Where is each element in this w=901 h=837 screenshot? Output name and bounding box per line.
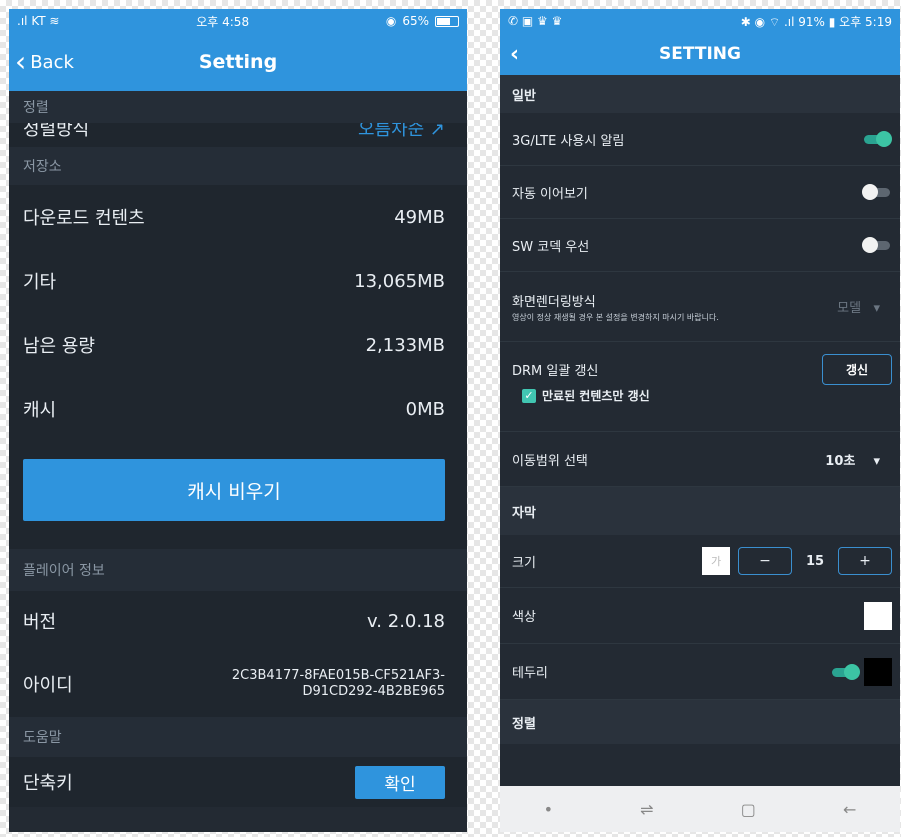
android-nav-bar: ‹ SETTING [500,33,900,75]
storage-other-row: 기타 13,065MB [9,249,467,313]
size-value: 15 [805,553,825,569]
dropdown-arrow-icon: ▾ [873,453,880,469]
carrier-label: .ıl KT ≋ [17,14,60,28]
sw-codec-toggle[interactable] [862,237,892,253]
ios-nav-bar: ‹ Back Setting [9,33,467,91]
section-storage: 저장소 [9,147,467,185]
expired-only-checkbox[interactable]: ✓ 만료된 컨텐츠만 갱신 [512,387,892,404]
back-icon[interactable]: ← [843,800,856,819]
android-navigation-bar: • ⇌ ▢ ← [500,786,900,832]
section-general: 일반 [500,75,900,113]
sort-order-row[interactable]: 정렬방식 오름차순 ↗ [9,123,467,147]
section-player-info: 플레이어 정보 [9,549,467,591]
back-arrow-icon[interactable]: ‹ [510,42,519,67]
auto-continue-row[interactable]: 자동 이어보기 [500,166,900,219]
notification-icons: ✆ ▣ ♛ ♛ [508,14,563,28]
page-title: Setting [198,51,278,73]
chevron-left-icon: ‹ [15,45,27,78]
render-mode-label: 화면렌더링방식 [512,294,596,310]
android-status-right: ✱ ◉ ⌔ .ıl 91% ▮ 오후 5:19 [740,14,892,29]
auto-continue-toggle[interactable] [862,184,892,200]
checkmark-icon: ✓ [522,388,536,403]
dropdown-arrow-icon: ▾ [873,301,880,316]
clear-cache-button[interactable]: 캐시 비우기 [23,459,445,521]
battery-icon [434,15,459,27]
shortcut-confirm-button[interactable]: 확인 [355,765,445,799]
subtitle-border-row: 테두리 [500,644,900,700]
section-sort: 정렬 [500,700,900,744]
recent-apps-icon[interactable]: ⇌ [640,800,653,819]
render-mode-row[interactable]: 화면렌더링방식 영상이 정상 재생될 경우 본 설정을 변경하지 마시기 바랍니… [500,272,900,342]
android-settings-screen: ✆ ▣ ♛ ♛ ✱ ◉ ⌔ .ıl 91% ▮ 오후 5:19 ‹ SETTIN… [500,9,900,832]
font-preview: 가 [702,547,730,575]
drm-refresh-row: DRM 일괄 갱신 갱신 ✓ 만료된 컨텐츠만 갱신 [500,342,900,432]
storage-downloads-row: 다운로드 컨텐츠 49MB [9,185,467,249]
version-row: 버전 v. 2.0.18 [9,591,467,651]
back-button[interactable]: ‹ Back [15,33,74,91]
section-sort: 정렬 [9,91,467,123]
home-icon[interactable]: ▢ [741,800,756,819]
color-swatch[interactable] [864,601,892,630]
drm-refresh-button[interactable]: 갱신 [822,354,892,385]
size-increase-button[interactable]: + [838,547,892,575]
ios-status-bar: .ıl KT ≋ 오후 4:58 ◉ 65% [9,9,467,33]
storage-cache-row: 캐시 0MB [9,377,467,441]
dot-icon: • [543,799,554,819]
render-mode-select[interactable]: 모델 ▾ [837,297,880,316]
ios-settings-screen: .ıl KT ≋ 오후 4:58 ◉ 65% ‹ Back Setting 정렬… [9,9,467,832]
page-title: SETTING [659,44,741,64]
size-decrease-button[interactable]: − [738,547,792,575]
subtitle-size-row: 크기 가 − 15 + [500,535,900,588]
subtitle-color-row: 색상 [500,588,900,644]
user-id-row: 아이디 2C3B4177-8FAE015B-CF521AF3- D91CD292… [9,651,467,717]
ios-time: 오후 4:58 [196,14,250,29]
signal-icon: .ıl [17,14,28,28]
user-id-line2: D91CD292-4B2BE965 [302,684,445,699]
section-subtitle: 자막 [500,487,900,535]
shortcut-row: 단축키 확인 [9,757,467,807]
wifi-icon: ≋ [49,14,60,28]
render-mode-description: 영상이 정상 재생될 경우 본 설정을 변경하지 마시기 바랍니다. [512,312,719,322]
android-status-bar: ✆ ▣ ♛ ♛ ✱ ◉ ⌔ .ıl 91% ▮ 오후 5:19 [500,9,900,33]
lte-alert-row[interactable]: 3G/LTE 사용시 알림 [500,113,900,166]
alarm-icon: ◉ [385,14,397,28]
seek-range-select[interactable]: 10초 ▾ [825,450,880,469]
sw-codec-row[interactable]: SW 코덱 우선 [500,219,900,272]
battery-fill [436,17,450,25]
user-id-line1: 2C3B4177-8FAE015B-CF521AF3- [231,668,445,683]
border-toggle[interactable] [830,663,860,680]
section-help: 도움말 [9,717,467,757]
border-color-swatch[interactable] [864,657,892,686]
seek-range-row[interactable]: 이동범위 선택 10초 ▾ [500,432,900,487]
battery-percent: 65% [402,14,429,28]
storage-remaining-row: 남은 용량 2,133MB [9,313,467,377]
lte-alert-toggle[interactable] [862,131,892,147]
